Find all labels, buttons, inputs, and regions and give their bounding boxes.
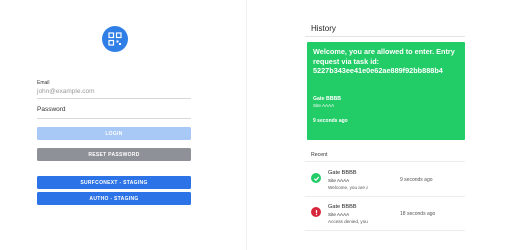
error-circle-icon <box>311 207 321 217</box>
email-underline <box>37 98 191 99</box>
history-panel: History Welcome, you are allowed to ente… <box>305 0 465 250</box>
banner-time: 9 seconds ago <box>313 118 348 124</box>
item-site: Site AAAA <box>328 212 350 217</box>
history-item[interactable]: Gate BBBB Site AAAA Welcome, you are all… <box>305 165 465 197</box>
item-gate: Gate BBBB <box>328 204 357 210</box>
item-site: Site AAAA <box>328 178 350 183</box>
item-divider <box>305 230 465 231</box>
item-time: 18 seconds ago <box>400 211 436 217</box>
panel-divider <box>246 0 247 250</box>
item-gate: Gate BBBB <box>328 170 357 176</box>
banner-message: Welcome, you are allowed to enter. Entry… <box>313 47 455 76</box>
banner-site: Site AAAA <box>313 103 335 108</box>
history-title: History <box>311 24 336 33</box>
recent-label: Recent <box>311 152 328 158</box>
surfconext-staging-button[interactable]: SURFCONEXT - STAGING <box>37 176 191 189</box>
item-message: Welcome, you are allo... <box>328 185 368 190</box>
item-message: Access denied, your s... <box>328 219 368 224</box>
autho-staging-button[interactable]: AUTHO - STAGING <box>37 192 191 205</box>
recent-divider <box>305 161 465 162</box>
login-button[interactable]: LOGIN <box>37 127 191 140</box>
history-item[interactable]: Gate BBBB Site AAAA Access denied, your … <box>305 199 465 231</box>
login-panel: Email john@example.com Password LOGIN RE… <box>0 0 230 250</box>
check-circle-icon <box>311 173 321 183</box>
email-label: Email <box>37 80 50 86</box>
banner-gate: Gate BBBB <box>313 96 341 102</box>
latest-entry-banner: Welcome, you are allowed to enter. Entry… <box>307 42 465 140</box>
password-underline <box>37 118 191 119</box>
reset-password-button[interactable]: RESET PASSWORD <box>37 148 191 161</box>
password-input[interactable]: Password <box>37 106 191 113</box>
email-field[interactable]: Email john@example.com <box>37 80 191 95</box>
item-divider <box>305 196 465 197</box>
qr-code-icon <box>102 26 128 52</box>
password-field[interactable]: Password <box>37 106 191 113</box>
history-divider <box>305 36 465 37</box>
item-time: 9 seconds ago <box>400 177 433 183</box>
email-input[interactable]: john@example.com <box>37 88 191 95</box>
